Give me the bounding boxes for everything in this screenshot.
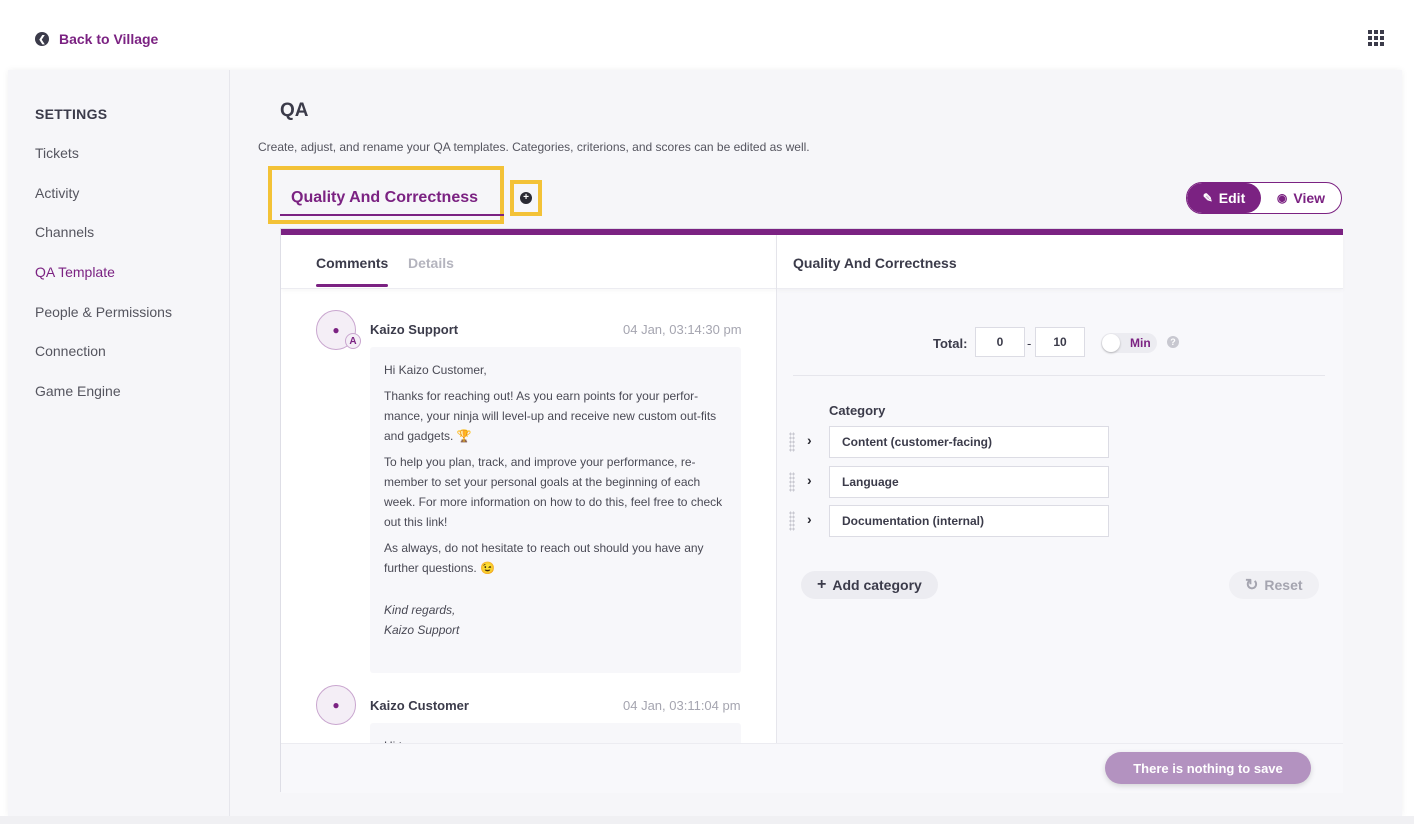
sidebar-item-game-engine[interactable]: Game Engine [35,383,121,399]
min-toggle-label: Min [1130,336,1151,350]
top-bar: ❮ Back to Village [0,0,1414,70]
reset-label: Reset [1264,577,1303,593]
sidebar-item-activity[interactable]: Activity [35,185,79,201]
sidebar-item-qa-template[interactable]: QA Template [35,264,115,280]
drag-handle-icon[interactable] [789,432,795,452]
panel-footer: There is nothing to save [281,743,1343,793]
message-timestamp: 04 Jan, 03:11:04 pm [623,698,741,713]
reset-button[interactable]: ↻ Reset [1229,571,1319,599]
tab-comments[interactable]: Comments [316,255,388,271]
chevron-left-circle-icon: ❮ [35,32,49,46]
page-title: QA [280,100,309,121]
message-signature: Kind regards, Kaizo Support [384,600,727,640]
range-separator: - [1027,336,1032,351]
back-to-village-label: Back to Village [59,31,159,47]
eye-icon: ◉ [1276,191,1288,205]
avatar: ● [316,685,356,725]
toggle-knob [1102,334,1120,352]
add-category-button[interactable]: + Add category [801,571,938,599]
category-name-input[interactable] [829,505,1109,537]
template-tab-quality-and-correctness[interactable]: Quality And Correctness [291,189,478,207]
sidebar-item-tickets[interactable]: Tickets [35,145,79,161]
page-description: Create, adjust, and rename your QA templ… [258,140,810,154]
sidebar-item-people-permissions[interactable]: People & Permissions [35,304,172,320]
sidebar-heading: SETTINGS [35,106,108,122]
main-content: QA Create, adjust, and rename your QA te… [230,70,1402,816]
qa-template-panel: Comments Details ● A Kaizo Support 04 Ja… [280,228,1343,793]
message-author: Kaizo Support [370,322,459,337]
settings-sidebar: SETTINGS Tickets Activity Channels QA Te… [8,70,230,816]
message-paragraph: To help you plan, track, and improve you… [384,455,723,529]
ticket-conversation: Comments Details ● A Kaizo Support 04 Ja… [281,235,777,749]
category-row: › [789,505,1109,537]
drag-handle-icon[interactable] [789,472,795,492]
total-label: Total: [933,336,968,351]
apps-grid-icon[interactable] [1368,30,1384,46]
edit-mode-label: Edit [1218,190,1246,206]
category-name-input[interactable] [829,466,1109,498]
user-icon: ● [332,323,340,337]
signature-line: Kind regards, [384,603,456,617]
agent-badge: A [345,333,361,349]
tab-comments-underline [316,284,388,287]
sidebar-item-channels[interactable]: Channels [35,224,94,240]
chevron-right-icon[interactable]: › [807,472,812,488]
save-button[interactable]: There is nothing to save [1105,752,1311,784]
total-max-input[interactable] [1035,327,1085,357]
signature-line: Kaizo Support [384,623,460,637]
message-greeting: Hi Kaizo Customer, [384,363,487,377]
plus-circle-icon: + [520,192,532,204]
sidebar-item-connection[interactable]: Connection [35,343,106,359]
template-title: Quality And Correctness [793,255,957,271]
window-bottom-edge [0,816,1414,824]
divider [793,375,1325,376]
chevron-right-icon[interactable]: › [807,511,812,527]
help-icon[interactable]: ? [1167,336,1179,348]
tab-details[interactable]: Details [408,255,454,271]
category-row: › [789,466,1109,498]
min-toggle[interactable]: Min [1101,333,1157,353]
total-min-input[interactable] [975,327,1025,357]
chevron-right-icon[interactable]: › [807,432,812,448]
edit-mode-button[interactable]: ✎ Edit [1187,183,1261,213]
pencil-icon: ✎ [1202,191,1213,205]
message-body: Hi Kaizo Customer, Thanks for reaching o… [370,347,741,673]
template-tab-underline [280,214,504,216]
category-row: › [789,426,1109,458]
drag-handle-icon[interactable] [789,511,795,531]
refresh-icon: ↻ [1245,577,1259,594]
message-timestamp: 04 Jan, 03:14:30 pm [623,322,742,337]
user-icon: ● [332,698,340,712]
view-mode-label: View [1293,190,1326,206]
settings-shell: SETTINGS Tickets Activity Channels QA Te… [8,70,1402,816]
edit-view-toggle: ✎ Edit ◉ View [1186,182,1342,214]
conversation-tabs: Comments Details [281,235,776,289]
message-paragraph: As always, do not hesitate to reach out … [384,541,704,575]
view-mode-button[interactable]: ◉ View [1261,183,1341,213]
add-template-button[interactable]: + [510,180,542,216]
template-editor-header: Quality And Correctness [777,235,1343,289]
message-author: Kaizo Customer [370,698,469,713]
message-paragraph: Thanks for reaching out! As you earn poi… [384,389,717,443]
back-to-village-link[interactable]: ❮ Back to Village [35,31,158,47]
plus-icon: + [817,576,827,593]
category-name-input[interactable] [829,426,1109,458]
add-category-label: Add category [832,577,922,593]
template-editor: Quality And Correctness Total: - Min ? C… [777,235,1343,749]
category-label: Category [829,403,886,418]
